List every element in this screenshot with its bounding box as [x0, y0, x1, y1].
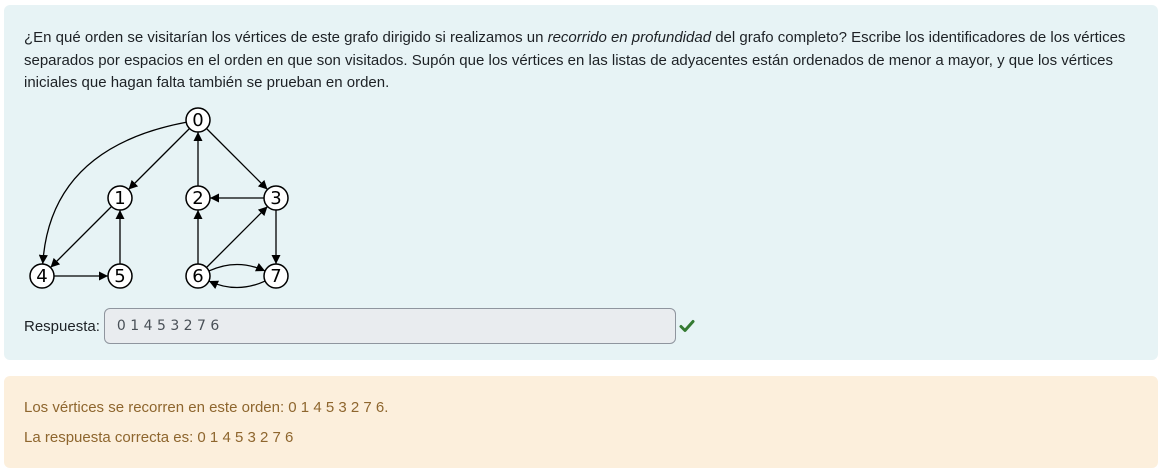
graph-node-label: 6 [192, 266, 203, 287]
graph-edge-6-3 [206, 206, 268, 268]
graph-node-5: 5 [107, 263, 133, 289]
question-text-emphasis: recorrido en profundidad [547, 29, 712, 46]
graph-node-0: 0 [185, 107, 211, 133]
graph-node-label: 2 [192, 188, 203, 209]
general-feedback: Los vértices se recorren en este orden: … [24, 399, 389, 416]
graph-node-label: 1 [114, 188, 125, 209]
graph-node-3: 3 [263, 185, 289, 211]
graph-node-2: 2 [185, 185, 211, 211]
graph-node-7: 7 [263, 263, 289, 289]
graph-node-label: 3 [270, 188, 281, 209]
graph-node-1: 1 [107, 185, 133, 211]
correct-answer-feedback: La respuesta correcta es: 0 1 4 5 3 2 7 … [24, 429, 294, 446]
directed-graph: 0 1 2 3 4 5 6 7 [29, 107, 289, 289]
question-text: ¿En qué orden se visitarían los vértices… [24, 27, 1134, 95]
graph-edge-6-7 [208, 263, 266, 272]
graph-edge-0-3 [206, 128, 268, 190]
graph-edge-7-6 [208, 280, 266, 289]
answer-label: Respuesta: [24, 317, 100, 335]
graph-edge-1-4 [50, 206, 112, 268]
graph-node-6: 6 [185, 263, 211, 289]
feedback-panel: Los vértices se recorren en este orden: … [4, 376, 1158, 468]
graph-node-4: 4 [29, 263, 55, 289]
graph-node-label: 5 [114, 266, 125, 287]
question-panel: ¿En qué orden se visitarían los vértices… [4, 5, 1158, 360]
graph-node-label: 7 [270, 266, 281, 287]
graph-node-label: 0 [192, 110, 203, 131]
graph-node-label: 4 [36, 266, 47, 287]
answer-input[interactable]: 0 1 4 5 3 2 7 6 [103, 308, 676, 344]
graph-edge-0-1 [128, 128, 190, 190]
question-text-part: ¿En qué orden se visitarían los vértices… [24, 29, 548, 46]
check-icon [679, 318, 695, 334]
answer-row: Respuesta: 0 1 4 5 3 2 7 6 [24, 307, 695, 345]
